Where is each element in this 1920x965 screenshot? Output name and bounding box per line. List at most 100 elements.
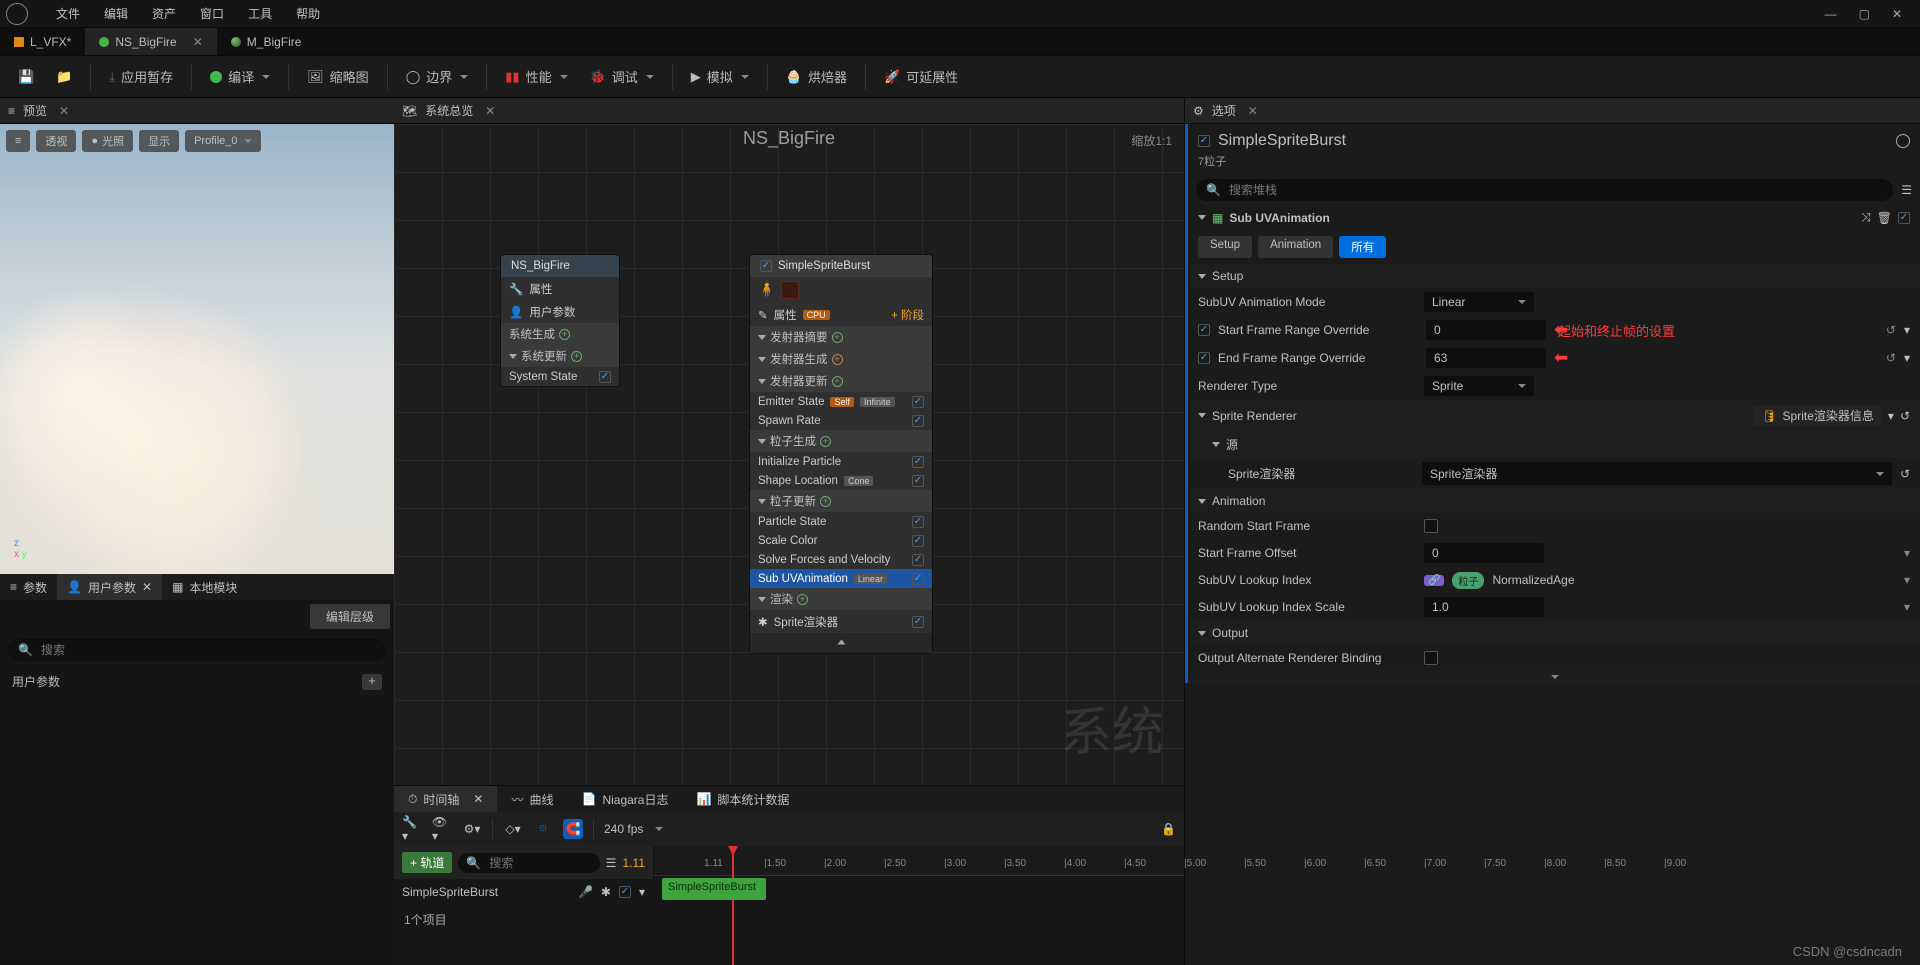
simulate-button[interactable]: ▶模拟	[683, 61, 757, 92]
tab-material[interactable]: M_BigFire	[217, 28, 316, 55]
menu-asset[interactable]: 资产	[140, 1, 188, 26]
compile-button[interactable]: 编译	[202, 61, 278, 92]
details-search[interactable]: 🔍	[1196, 179, 1893, 201]
module-row[interactable]: Shape Location Cone	[750, 471, 932, 490]
tab-setup[interactable]: Setup	[1198, 236, 1252, 258]
view-mode-button[interactable]: 透视	[36, 130, 76, 152]
track-search-input[interactable]	[487, 855, 591, 871]
save-button[interactable]: 💾	[10, 63, 42, 91]
module-row[interactable]: Scale Color	[750, 531, 932, 550]
gear-icon[interactable]	[1896, 134, 1910, 148]
mic-icon[interactable]: 🎤	[578, 885, 593, 899]
tab-animation[interactable]: Animation	[1258, 236, 1333, 258]
module-row[interactable]: Solve Forces and Velocity	[750, 550, 932, 569]
performance-button[interactable]: ▮▮性能	[497, 61, 575, 92]
sprite-renderer-info-button[interactable]: 🛢Sprite渲染器信息	[1753, 405, 1882, 426]
module-row[interactable]: ✱ Sprite渲染器	[750, 610, 932, 633]
lit-mode-button[interactable]: ●光照	[82, 130, 133, 152]
module-row[interactable]: Sub UVAnimation Linear	[750, 569, 932, 588]
plus-icon[interactable]: +	[797, 594, 808, 605]
override-check[interactable]	[1198, 352, 1210, 364]
module-enable-check[interactable]	[912, 535, 924, 547]
group-sprite-renderer[interactable]: Sprite Renderer 🛢Sprite渲染器信息 ▾ ↺	[1188, 400, 1920, 431]
chevron-down-icon[interactable]: ▾	[1904, 546, 1910, 560]
show-button[interactable]: 显示	[139, 130, 179, 152]
params-search[interactable]: 🔍	[8, 639, 386, 661]
node-row-properties[interactable]: 🔧属性	[501, 277, 619, 300]
emitter-properties-row[interactable]: ✎ 属性 CPU + 阶段	[750, 303, 932, 326]
start-frame-input[interactable]: 0	[1426, 320, 1546, 340]
subuv-mode-select[interactable]: Linear	[1424, 292, 1534, 312]
tab-user-params[interactable]: 👤用户参数✕	[57, 574, 162, 600]
scalability-button[interactable]: 🚀可延展性	[876, 61, 966, 92]
menu-tools[interactable]: 工具	[236, 1, 284, 26]
tab-timeline[interactable]: ⏱时间轴✕	[394, 786, 497, 812]
snap-button[interactable]: ⯐	[533, 819, 553, 839]
emitter-section[interactable]: 发射器更新+	[750, 370, 932, 392]
menu-file[interactable]: 文件	[44, 1, 92, 26]
add-user-param-button[interactable]: +	[362, 674, 382, 690]
bounds-button[interactable]: ◯边界	[398, 61, 477, 92]
module-enable-check[interactable]	[912, 475, 924, 487]
chevron-down-icon[interactable]: ▾	[1904, 351, 1910, 365]
group-animation[interactable]: Animation	[1188, 489, 1920, 513]
chevron-down-icon[interactable]: ▾	[1904, 573, 1910, 587]
collapse-emitter-button[interactable]	[750, 633, 932, 653]
close-icon[interactable]: ✕	[142, 580, 152, 594]
module-enable-check[interactable]	[912, 396, 924, 408]
baker-button[interactable]: 🧁烘焙器	[778, 61, 855, 92]
playhead[interactable]	[732, 846, 734, 965]
group-setup[interactable]: Setup	[1188, 264, 1920, 288]
menu-window[interactable]: 窗口	[188, 1, 236, 26]
plus-icon[interactable]: +	[820, 496, 831, 507]
emitter-section[interactable]: 粒子更新+	[750, 490, 932, 512]
window-close-icon[interactable]: ✕	[1892, 7, 1902, 21]
emitter-section[interactable]: 粒子生成+	[750, 430, 932, 452]
timeline-clip[interactable]: SimpleSpriteBurst	[662, 878, 766, 900]
section-system-update[interactable]: 系统更新+	[501, 345, 619, 367]
params-search-input[interactable]	[39, 642, 376, 658]
tab-local-modules[interactable]: ▦本地模块	[162, 574, 247, 600]
key-dropdown[interactable]: ◇▾	[503, 819, 523, 839]
tab-close-icon[interactable]: ✕	[193, 35, 203, 49]
emitter-node[interactable]: SimpleSpriteBurst 🧍 ✎ 属性 CPU + 阶段 发射器摘要+…	[749, 254, 933, 654]
emitter-enabled-check[interactable]	[1198, 135, 1210, 147]
edit-hierarchy-button[interactable]: 编辑层级	[310, 604, 390, 629]
system-graph[interactable]: NS_BigFire 缩放1:1 系统 NS_BigFire 🔧属性 👤用户参数…	[394, 124, 1184, 785]
shuffle-icon[interactable]: ⤨	[1861, 210, 1871, 225]
module-enable-check[interactable]	[912, 415, 924, 427]
details-search-input[interactable]	[1227, 182, 1883, 198]
enable-check[interactable]	[599, 371, 611, 383]
chevron-down-icon[interactable]: ▾	[1904, 600, 1910, 614]
tab-all[interactable]: 所有	[1339, 236, 1386, 258]
magnet-button[interactable]: 🧲	[563, 819, 583, 839]
emitter-section[interactable]: 渲染+	[750, 588, 932, 610]
close-icon[interactable]: ✕	[485, 104, 495, 118]
plus-icon[interactable]: +	[820, 436, 831, 447]
eye-dropdown[interactable]: 👁▾	[432, 819, 452, 839]
person-icon[interactable]: 🧍	[758, 281, 775, 299]
random-start-check[interactable]	[1424, 519, 1438, 533]
renderer-type-select[interactable]: Sprite	[1424, 376, 1534, 396]
tab-script-stats[interactable]: 📊脚本统计数据	[682, 786, 803, 812]
tab-curves[interactable]: 〰曲线	[497, 786, 567, 812]
wrench-dropdown[interactable]: 🔧▾	[402, 819, 422, 839]
filter-icon[interactable]: ☰	[1901, 183, 1912, 197]
fps-label[interactable]: 240 fps	[604, 822, 643, 836]
module-enable-check[interactable]	[912, 554, 924, 566]
emitter-title[interactable]: SimpleSpriteBurst	[750, 255, 932, 277]
reset-arrow-icon[interactable]: ↺	[1886, 323, 1896, 337]
tab-parameters[interactable]: ≡参数	[0, 574, 57, 600]
window-maximize-icon[interactable]: ▢	[1859, 7, 1870, 21]
reset-arrow-icon[interactable]: ↺	[1886, 351, 1896, 365]
chevron-down-icon[interactable]: ▾	[639, 885, 645, 899]
apply-pending-button[interactable]: ⤓应用暂存	[101, 61, 181, 92]
system-node[interactable]: NS_BigFire 🔧属性 👤用户参数 系统生成+ 系统更新+ System …	[500, 254, 620, 387]
lock-icon[interactable]: 🔒	[1161, 822, 1176, 836]
module-header[interactable]: ▦ Sub UVAnimation ⤨ 🗑	[1188, 205, 1920, 230]
track-enable-check[interactable]	[619, 886, 631, 898]
close-icon[interactable]: ✕	[1248, 104, 1258, 118]
window-minimize-icon[interactable]: —	[1825, 7, 1837, 21]
plus-icon[interactable]: +	[571, 351, 582, 362]
menu-edit[interactable]: 编辑	[92, 1, 140, 26]
